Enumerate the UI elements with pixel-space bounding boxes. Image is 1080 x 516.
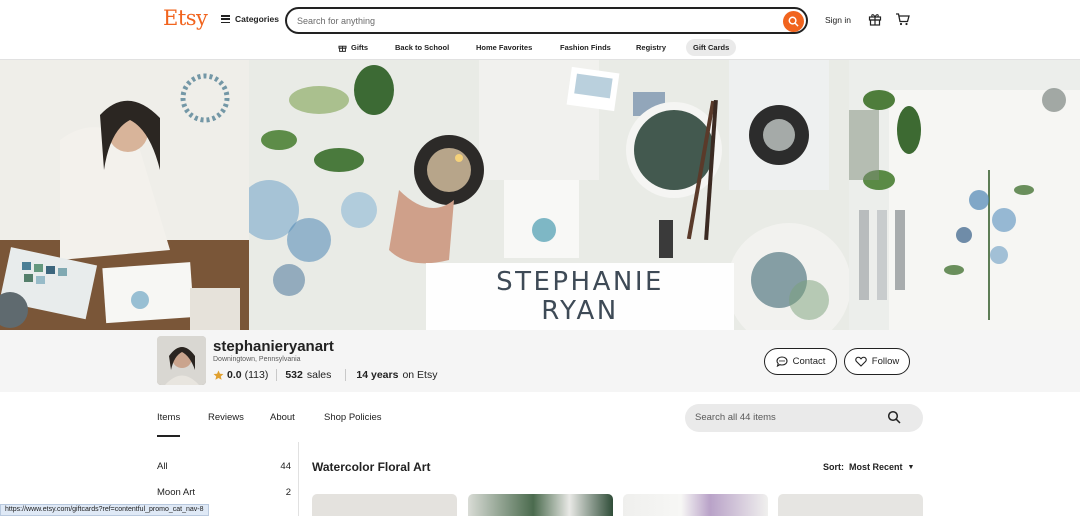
nav-home-favorites[interactable]: Home Favorites bbox=[469, 39, 539, 56]
sort-prefix: Sort: bbox=[823, 462, 844, 472]
browser-status-url: https://www.etsy.com/giftcards?ref=conte… bbox=[0, 504, 209, 516]
banner-title-line2: RYAN bbox=[541, 296, 619, 326]
tab-reviews[interactable]: Reviews bbox=[208, 412, 244, 423]
listing-thumbnail[interactable] bbox=[312, 494, 457, 516]
banner-photo-florals bbox=[849, 60, 1080, 330]
nav-gifts[interactable]: Gifts bbox=[331, 39, 375, 56]
sidebar-item-count: 44 bbox=[280, 461, 291, 472]
sidebar-item-all[interactable]: All 44 bbox=[157, 455, 291, 481]
sign-in-link[interactable]: Sign in bbox=[825, 15, 851, 25]
shop-sales-label: sales bbox=[306, 369, 332, 381]
chat-icon bbox=[776, 356, 788, 367]
shop-avatar[interactable] bbox=[157, 336, 206, 385]
categories-button[interactable]: Categories bbox=[221, 14, 279, 24]
etsy-logo[interactable]: Etsy bbox=[163, 6, 208, 30]
cart-icon[interactable] bbox=[895, 12, 910, 31]
tab-items[interactable]: Items bbox=[157, 412, 181, 437]
shop-location: Downingtown, Pennsylvania bbox=[213, 356, 301, 363]
nav-back-to-school[interactable]: Back to School bbox=[388, 39, 456, 56]
shop-search-bar[interactable]: Search all 44 items bbox=[685, 404, 923, 432]
follow-label: Follow bbox=[871, 356, 900, 367]
shop-sales-count: 532 bbox=[285, 369, 303, 381]
tab-shop-policies[interactable]: Shop Policies bbox=[324, 412, 382, 423]
nav-gift-cards[interactable]: Gift Cards bbox=[686, 39, 737, 56]
category-nav: Gifts Back to School Home Favorites Fash… bbox=[0, 36, 1080, 58]
search-input[interactable] bbox=[297, 13, 767, 29]
section-sidebar: All 44 Moon Art 2 bbox=[157, 455, 291, 507]
search-icon[interactable] bbox=[887, 410, 901, 429]
star-icon bbox=[213, 370, 224, 380]
stats-divider bbox=[345, 369, 347, 381]
categories-label: Categories bbox=[235, 14, 279, 24]
listing-thumbnail[interactable] bbox=[778, 494, 923, 516]
sort-dropdown[interactable]: Sort: Most Recent ▼ bbox=[823, 462, 914, 472]
follow-button[interactable]: Follow bbox=[844, 348, 910, 375]
shop-tabs: Items Reviews About Shop Policies Search… bbox=[0, 392, 1080, 442]
banner-title: STEPHANIE RYAN bbox=[426, 263, 734, 330]
banner-title-line1: STEPHANIE bbox=[496, 267, 664, 297]
nav-gifts-label: Gifts bbox=[351, 43, 369, 52]
listing-thumbnail[interactable] bbox=[468, 494, 613, 516]
nav-fashion-finds[interactable]: Fashion Finds bbox=[553, 39, 618, 56]
shop-stats: 0.0 (113) 532 sales 14 years on Etsy bbox=[213, 369, 437, 381]
search-bar bbox=[285, 7, 808, 34]
heart-icon bbox=[855, 356, 867, 367]
section-title: Watercolor Floral Art bbox=[312, 460, 431, 474]
tab-about[interactable]: About bbox=[270, 412, 295, 423]
listing-thumbnail[interactable] bbox=[623, 494, 768, 516]
shop-info-bar: stephanieryanart Downingtown, Pennsylvan… bbox=[0, 330, 1080, 392]
nav-registry[interactable]: Registry bbox=[629, 39, 673, 56]
contact-button[interactable]: Contact bbox=[764, 348, 837, 375]
shop-years: 14 years bbox=[356, 369, 399, 381]
gift-icon bbox=[338, 45, 347, 52]
sidebar-divider bbox=[298, 442, 299, 516]
sort-value: Most Recent bbox=[849, 462, 903, 472]
shop-banner: STEPHANIE RYAN bbox=[0, 60, 1080, 330]
caret-down-icon: ▼ bbox=[907, 463, 915, 471]
site-header: Etsy Categories Sign in bbox=[0, 0, 1080, 60]
shop-years-suffix: on Etsy bbox=[402, 369, 438, 381]
gift-icon[interactable] bbox=[868, 12, 882, 31]
shop-rating: 0.0 bbox=[227, 369, 242, 381]
sidebar-item-label: Moon Art bbox=[157, 487, 196, 498]
search-icon bbox=[788, 16, 799, 27]
shop-name: stephanieryanart bbox=[213, 338, 334, 355]
sidebar-item-count: 2 bbox=[285, 487, 291, 498]
stats-divider bbox=[276, 369, 278, 381]
shop-reviews-count[interactable]: (113) bbox=[245, 369, 269, 381]
menu-icon bbox=[221, 15, 230, 23]
banner-photo-artist bbox=[0, 60, 249, 330]
banner-photo-desk: STEPHANIE RYAN bbox=[249, 60, 849, 330]
search-button[interactable] bbox=[783, 10, 804, 32]
contact-label: Contact bbox=[792, 356, 826, 367]
shop-search-placeholder: Search all 44 items bbox=[695, 412, 776, 423]
sidebar-item-label: All bbox=[157, 461, 168, 472]
